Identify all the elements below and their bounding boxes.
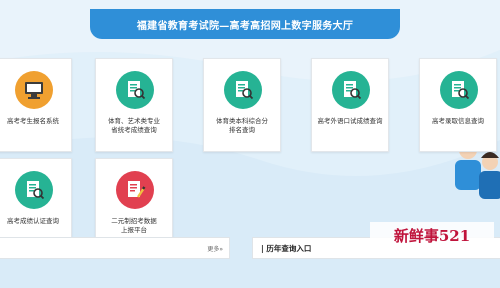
- service-label: 高考外语口试成绩查询: [317, 117, 383, 125]
- document-search-icon: [15, 171, 53, 209]
- service-card-sports-ranking[interactable]: 体育类本科综合分 排名查询: [203, 58, 281, 152]
- document-search-icon: [116, 71, 154, 109]
- service-label: 高考考生报名系统: [7, 117, 59, 125]
- document-search-icon: [332, 71, 370, 109]
- service-card-exam-registration[interactable]: 高考考生报名系统: [0, 58, 72, 152]
- computer-icon: [15, 71, 53, 109]
- document-edit-icon: [116, 171, 154, 209]
- service-label: 二元制招考数据 上报平台: [111, 217, 157, 234]
- watermark: 新鲜事521: [370, 222, 494, 248]
- page-title-banner: 福建省教育考试院—高考高招网上数字服务大厅: [90, 9, 400, 39]
- service-card-arts-sports-scores[interactable]: 体育、艺术类专业 省统考成绩查询: [95, 58, 173, 152]
- more-link[interactable]: 更多»: [207, 244, 223, 253]
- service-label: 体育类本科综合分 排名查询: [216, 117, 268, 134]
- page-title: 福建省教育考试院—高考高招网上数字服务大厅: [136, 20, 354, 32]
- document-search-icon: [440, 71, 478, 109]
- service-label: 高考成绩认证查询: [7, 217, 59, 225]
- service-label: 体育、艺术类专业 省统考成绩查询: [108, 117, 160, 134]
- service-label: 高考录取信息查询: [432, 117, 484, 125]
- service-card-admission-info[interactable]: 高考录取信息查询: [419, 58, 497, 152]
- document-search-icon: [224, 71, 262, 109]
- news-panel-header: 更多»: [0, 237, 230, 259]
- service-card-oral-english-scores[interactable]: 高考外语口试成绩查询: [311, 58, 389, 152]
- history-query-title: | 历年查询入口: [261, 244, 312, 253]
